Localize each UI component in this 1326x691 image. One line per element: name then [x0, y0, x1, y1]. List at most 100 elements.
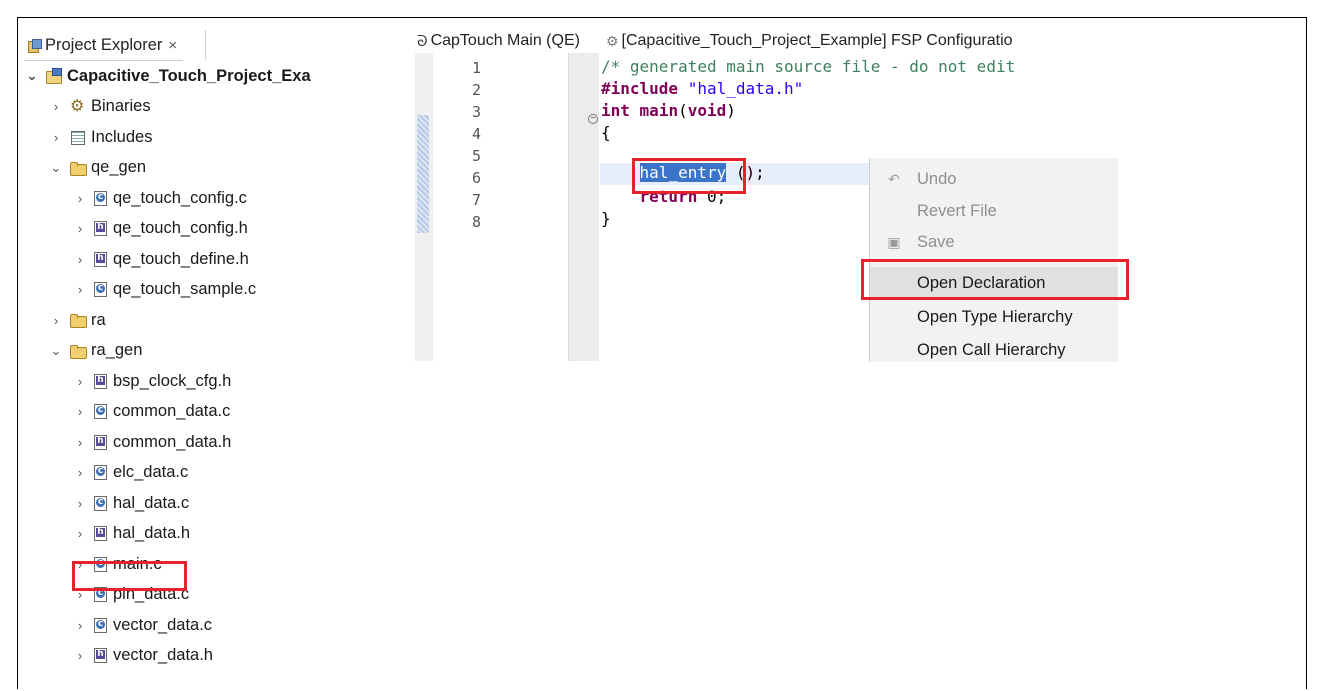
code-punct: ( — [678, 101, 688, 120]
code-comment: /* generated main source file - do not e… — [601, 57, 1016, 76]
tree-item[interactable]: › qe_touch_define.h — [72, 244, 249, 274]
chevron-right-icon[interactable]: › — [48, 99, 64, 114]
project-explorer-title: Project Explorer — [45, 35, 163, 54]
tree-item[interactable]: › qe_touch_config.h — [72, 214, 248, 244]
chevron-right-icon[interactable]: › — [72, 191, 88, 206]
folder-icon — [70, 312, 87, 328]
highlight-main-c — [72, 561, 187, 591]
highlight-hal-entry — [632, 158, 746, 194]
chevron-right-icon[interactable]: › — [72, 465, 88, 480]
tree-item[interactable]: › qe_touch_sample.c — [72, 275, 256, 305]
tree-item[interactable]: › qe_touch_config.c — [72, 183, 247, 213]
menu-item-label: Open Type Hierarchy — [917, 307, 1073, 326]
tree-item[interactable]: › Binaries — [48, 92, 151, 122]
tree-item[interactable]: › bsp_clock_cfg.h — [72, 366, 232, 396]
h-file-icon — [94, 648, 107, 663]
c-file-icon — [94, 282, 107, 297]
menu-item-save[interactable]: ▣ Save — [870, 226, 1118, 258]
code-brace: { — [601, 123, 611, 142]
c-file-icon — [94, 190, 107, 206]
tree-item[interactable]: › common_data.c — [72, 397, 231, 427]
code-string: "hal_data.h" — [687, 79, 804, 98]
chevron-down-icon[interactable]: ⌄ — [48, 160, 64, 176]
chevron-right-icon[interactable]: › — [72, 282, 88, 297]
chevron-right-icon[interactable]: › — [72, 648, 88, 663]
undo-icon: ↶ — [888, 170, 900, 187]
tree-item-label: qe_touch_sample.c — [113, 280, 257, 298]
menu-item-undo[interactable]: ↶ Undo — [870, 163, 1118, 195]
line-number: 5 — [471, 147, 481, 165]
chevron-right-icon[interactable]: › — [72, 404, 88, 419]
tree-item-label: Includes — [91, 127, 153, 146]
tab-divider — [205, 30, 206, 60]
tree-item[interactable]: › elc_data.c — [72, 458, 188, 488]
tree-item[interactable]: › vector_data.h — [72, 641, 213, 671]
change-marker — [417, 115, 429, 233]
tree-item-label: ra_gen — [91, 341, 143, 359]
chevron-right-icon[interactable]: › — [72, 435, 88, 450]
tree-item[interactable]: ⌄ Capacitive_Touch_Project_Exa — [24, 61, 311, 91]
code-line-3: int main(void) — [601, 101, 736, 120]
tree-item-label: qe_touch_config.h — [113, 219, 248, 237]
chevron-right-icon[interactable]: › — [72, 526, 88, 541]
c-file-icon — [94, 617, 107, 633]
tree-item[interactable]: › vector_data.c — [72, 610, 212, 640]
tree-item[interactable]: › ra — [48, 305, 106, 335]
chevron-right-icon[interactable]: › — [72, 374, 88, 389]
tree-item[interactable]: › common_data.h — [72, 427, 232, 457]
project-icon — [46, 68, 62, 84]
tab-label: CapTouch Main (QE) — [430, 32, 580, 49]
h-file-icon — [94, 221, 107, 236]
chevron-down-icon[interactable]: ⌄ — [24, 68, 40, 84]
tab-label: [Capacitive_Touch_Project_Example] FSP C… — [621, 32, 1013, 49]
tree-item-label: qe_gen — [91, 158, 147, 176]
tree-item-label: hal_data.h — [113, 524, 191, 542]
chevron-down-icon[interactable]: ⌄ — [48, 343, 64, 359]
gear-icon: ⚙ — [605, 32, 619, 49]
code-line-2: #include "hal_data.h" — [601, 79, 803, 98]
tree-item[interactable]: › Includes — [48, 122, 153, 152]
tree-item-label: Binaries — [91, 97, 151, 115]
editor-tab-bar: ᘐ CapTouch Main (QE) ⚙ [Capacitive_Touch… — [415, 30, 1118, 52]
menu-item-open-type-hierarchy[interactable]: Open Type Hierarchy — [870, 301, 1118, 333]
tab-fsp-configuration[interactable]: ⚙ [Capacitive_Touch_Project_Example] FSP… — [604, 32, 1019, 50]
menu-item-label: Open Call Hierarchy — [917, 340, 1066, 359]
code-punct: ) — [726, 101, 736, 120]
tab-captouch-main[interactable]: ᘐ CapTouch Main (QE) — [415, 32, 586, 50]
line-number: 8 — [471, 213, 481, 231]
tree-item[interactable]: › hal_data.h — [72, 519, 190, 549]
project-explorer-tab[interactable]: Project Explorer × — [24, 30, 184, 61]
chevron-right-icon[interactable]: › — [48, 313, 64, 328]
menu-item-revert-file[interactable]: Revert File — [870, 195, 1118, 227]
h-file-icon — [94, 373, 107, 389]
chevron-right-icon[interactable]: › — [72, 221, 88, 236]
line-number-ruler: 1 2 3 4 5 6 7 8 — [433, 53, 568, 361]
tree-item-label: elc_data.c — [113, 463, 189, 481]
chevron-right-icon[interactable]: › — [72, 496, 88, 511]
chevron-right-icon[interactable]: › — [72, 252, 88, 267]
tree-item[interactable]: ⌄ ra_gen — [48, 336, 143, 366]
tree-item-label: hal_data.c — [113, 493, 190, 512]
chevron-right-icon[interactable]: › — [72, 618, 88, 633]
line-number: 4 — [471, 125, 481, 143]
line-number: 3 — [471, 103, 481, 121]
folding-ruler — [568, 53, 599, 361]
c-file-icon — [94, 495, 107, 511]
tree-item[interactable]: › hal_data.c — [72, 488, 189, 518]
chevron-right-icon[interactable]: › — [48, 130, 64, 145]
tree-item-label: vector_data.h — [113, 646, 213, 664]
menu-item-open-call-hierarchy[interactable]: Open Call Hierarchy — [870, 334, 1118, 366]
code-keyword: void — [687, 101, 727, 120]
fold-toggle-icon[interactable]: − — [588, 114, 598, 124]
tree-item-label: qe_touch_define.h — [113, 249, 249, 268]
h-file-icon — [94, 251, 107, 267]
tree-item[interactable]: ⌄ qe_gen — [48, 153, 147, 183]
save-icon: ▣ — [887, 233, 901, 250]
code-keyword: int — [601, 101, 630, 120]
code-function-name: main — [639, 101, 679, 120]
tree-item-label: Capacitive_Touch_Project_Exa — [67, 66, 311, 85]
project-explorer-icon — [28, 38, 42, 53]
menu-item-label: Save — [917, 232, 955, 251]
code-line-4: { — [601, 123, 611, 142]
close-icon[interactable]: × — [168, 37, 177, 54]
